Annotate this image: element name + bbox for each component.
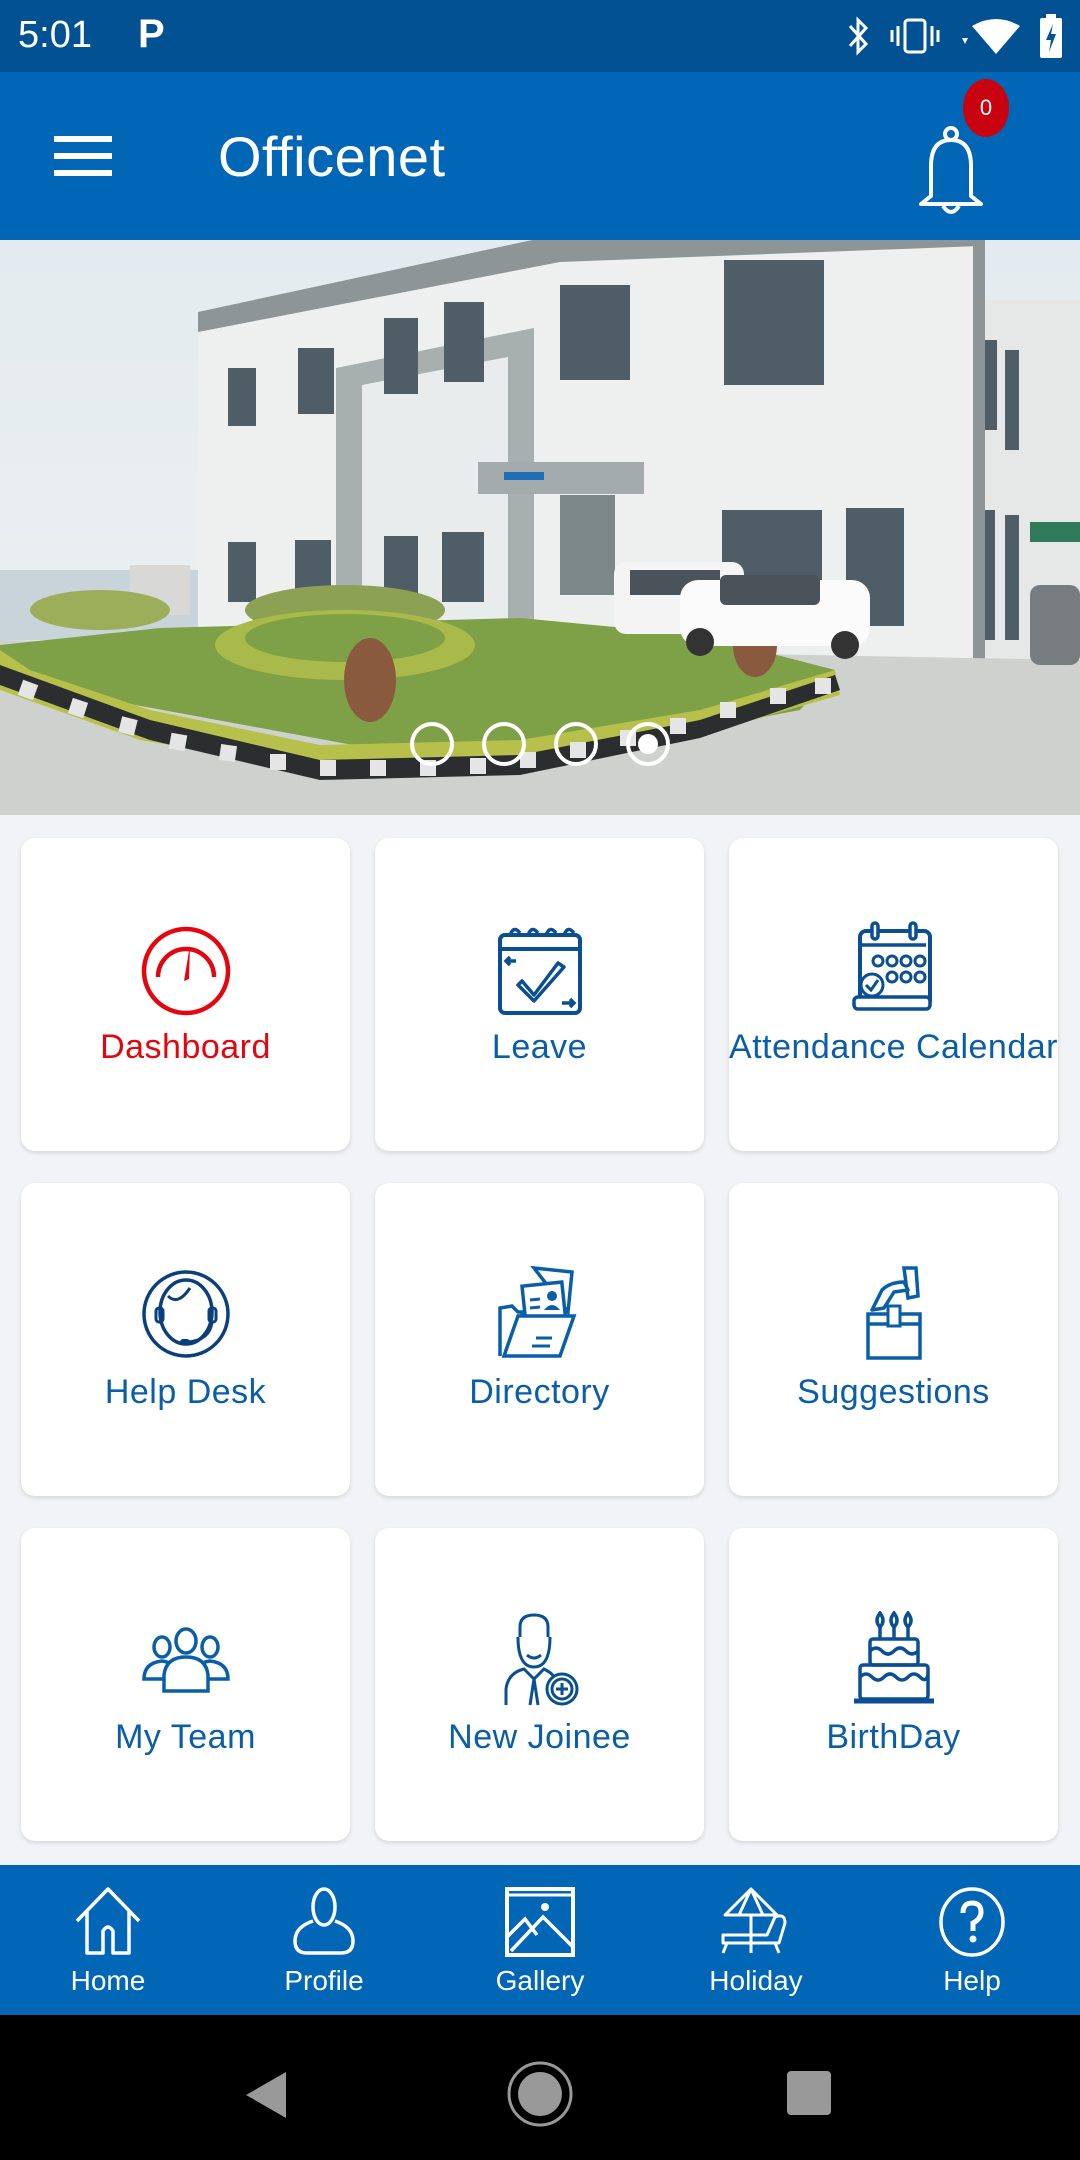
nav-holiday[interactable]: Holiday — [648, 1865, 864, 2015]
tile-label: Suggestions — [797, 1372, 990, 1411]
carousel-dot-4-active[interactable] — [626, 722, 670, 766]
battery-charging-icon — [1040, 14, 1062, 58]
notification-count: 0 — [979, 95, 993, 120]
tile-leave[interactable]: Leave — [375, 838, 704, 1151]
system-navigation-bar — [0, 2015, 1080, 2160]
headset-agent-icon — [141, 1269, 230, 1358]
tile-label: BirthDay — [826, 1717, 961, 1756]
recents-icon[interactable] — [786, 2070, 832, 2116]
tile-directory[interactable]: Directory — [375, 1183, 704, 1496]
attendance-calendar-icon — [851, 920, 932, 1011]
beach-umbrella-icon — [721, 1887, 787, 1954]
notification-badge: 0 — [963, 79, 1009, 137]
tile-label: Leave — [491, 1027, 588, 1066]
nav-label: Home — [70, 1965, 146, 1996]
status-time: 5:01 — [18, 14, 92, 56]
user-icon — [293, 1887, 355, 1955]
status-icons — [846, 14, 1062, 58]
hamburger-menu-icon[interactable] — [54, 136, 112, 180]
wifi-icon — [962, 19, 1020, 54]
nav-gallery[interactable]: Gallery — [432, 1865, 648, 2015]
app-bar: Officenet 0 — [0, 72, 1080, 240]
bluetooth-icon — [848, 16, 869, 56]
tile-label: Directory — [469, 1372, 610, 1411]
birthday-cake-icon — [853, 1610, 934, 1703]
new-employee-icon — [504, 1612, 578, 1705]
tile-my-team[interactable]: My Team — [21, 1528, 350, 1841]
back-icon[interactable] — [244, 2070, 288, 2120]
image-icon — [505, 1887, 575, 1957]
nav-label: Gallery — [495, 1965, 585, 1996]
carousel-dot-2[interactable] — [482, 722, 526, 766]
parking-p-icon: P — [138, 12, 165, 56]
tile-birthday[interactable]: BirthDay — [729, 1528, 1058, 1841]
status-bar: 5:01 P — [0, 0, 1080, 72]
tile-new-joinee[interactable]: New Joinee — [375, 1528, 704, 1841]
nav-home[interactable]: Home — [0, 1865, 216, 2015]
tile-label: New Joinee — [448, 1717, 631, 1756]
tile-label: Dashboard — [100, 1027, 271, 1066]
team-icon — [141, 1626, 230, 1693]
carousel-indicators — [0, 722, 1080, 766]
calendar-check-icon — [497, 927, 582, 1015]
tile-dashboard[interactable]: Dashboard — [21, 838, 350, 1151]
help-circle-icon — [939, 1887, 1005, 1957]
tile-attendance-calendar[interactable]: Attendance Calendar — [729, 838, 1058, 1151]
tile-label: Attendance Calendar — [729, 1027, 1058, 1066]
nav-label: Profile — [284, 1965, 364, 1996]
feature-grid: Dashboard Leave Attendance Calendar Help… — [21, 838, 1059, 1841]
home-button-icon[interactable] — [506, 2060, 574, 2128]
tile-suggestions[interactable]: Suggestions — [729, 1183, 1058, 1496]
ballot-box-icon — [865, 1265, 922, 1360]
speedometer-icon — [141, 926, 230, 1015]
home-icon — [75, 1887, 141, 1955]
carousel-dot-3[interactable] — [554, 722, 598, 766]
vibrate-icon — [890, 18, 940, 54]
nav-label: Help — [943, 1965, 1001, 1996]
tile-label: My Team — [115, 1717, 256, 1756]
app-title: Officenet — [218, 125, 446, 188]
carousel-dot-1[interactable] — [410, 722, 454, 766]
nav-help[interactable]: Help — [864, 1865, 1080, 2015]
tile-help-desk[interactable]: Help Desk — [21, 1183, 350, 1496]
bottom-nav: Home Profile Gallery Holiday Help — [0, 1865, 1080, 2015]
nav-label: Holiday — [709, 1965, 803, 1996]
banner-carousel[interactable] — [0, 240, 1080, 815]
folder-contact-icon — [497, 1265, 576, 1358]
nav-profile[interactable]: Profile — [216, 1865, 432, 2015]
tile-label: Help Desk — [104, 1372, 267, 1411]
